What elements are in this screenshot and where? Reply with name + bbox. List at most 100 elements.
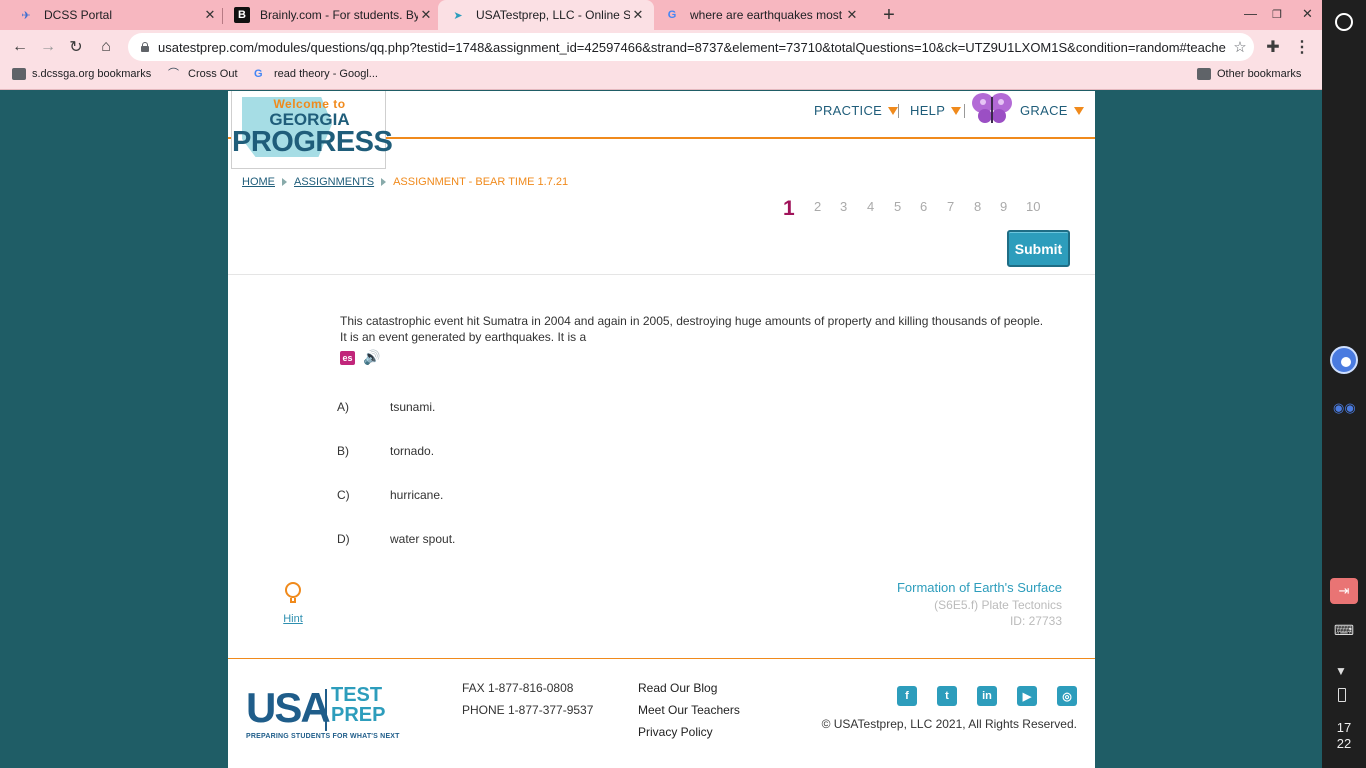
section-divider	[228, 274, 1095, 275]
tab-title: USATestprep, LLC - Online State-l	[476, 8, 630, 22]
tab-title: where are earthquakes most like	[690, 8, 844, 22]
bookmark-star-icon[interactable]: ☆	[1226, 38, 1254, 56]
tab-separator	[222, 8, 223, 24]
dropdown-arrow-icon	[1073, 106, 1084, 115]
youtube-icon[interactable]: ▶	[1017, 686, 1037, 706]
close-icon[interactable]: ✕	[844, 7, 860, 23]
question-nav-item[interactable]: 5	[894, 199, 901, 214]
bookmark-dcssga[interactable]: s.dcssga.org bookmarks	[12, 68, 151, 80]
question-nav-current[interactable]: 1	[783, 197, 795, 221]
question-nav-item[interactable]: 8	[974, 199, 981, 214]
browser-toolbar: ← → ↻ ⌂ usatestprep.com/modules/question…	[0, 30, 1322, 63]
answer-choice-d[interactable]: D) water spout.	[337, 532, 455, 546]
question-nav-item[interactable]: 7	[947, 199, 954, 214]
lock-icon	[140, 42, 150, 52]
owl-icon: ⌒	[168, 68, 179, 80]
tab-usatestprep[interactable]: ➤ USATestprep, LLC - Online State-l ✕	[438, 0, 654, 30]
question-nav-item[interactable]: 2	[814, 199, 821, 214]
google-icon: G	[254, 68, 263, 80]
bookmark-label: s.dcssga.org bookmarks	[32, 68, 152, 80]
bookmark-read-theory[interactable]: G read theory - Googl...	[254, 68, 378, 80]
battery-icon[interactable]	[1338, 688, 1346, 702]
url-text[interactable]: usatestprep.com/modules/questions/qq.php…	[158, 40, 1226, 55]
google-icon: G	[667, 9, 677, 21]
address-bar[interactable]: usatestprep.com/modules/questions/qq.php…	[128, 33, 1254, 61]
other-bookmarks[interactable]: Other bookmarks	[1197, 68, 1301, 80]
bookmark-cross-out[interactable]: ⌒ Cross Out	[168, 68, 238, 80]
twitter-icon[interactable]: t	[937, 686, 957, 706]
minimize-icon[interactable]: —	[1244, 6, 1257, 21]
folder-icon	[1197, 68, 1211, 80]
nav-user-menu[interactable]: GRACE	[1020, 103, 1084, 118]
footer-link-blog[interactable]: Read Our Blog	[638, 681, 717, 695]
close-icon[interactable]: ✕	[202, 7, 218, 23]
close-window-icon[interactable]: ✕	[1302, 6, 1313, 22]
logo-tagline: PREPARING STUDENTS FOR WHAT'S NEXT	[246, 733, 400, 740]
butterfly-avatar-icon[interactable]	[970, 91, 1014, 127]
folder-icon	[12, 68, 26, 80]
choice-text: tornado.	[390, 444, 435, 458]
question-nav-item[interactable]: 9	[1000, 199, 1007, 214]
facebook-icon[interactable]: f	[897, 686, 917, 706]
home-icon[interactable]: ⌂	[95, 36, 117, 58]
system-clock[interactable]: 17 22	[1322, 720, 1366, 752]
bookmark-label: Cross Out	[188, 68, 238, 80]
answer-choice-c[interactable]: C) hurricane.	[337, 488, 443, 502]
tab-dcss-portal[interactable]: ✈ DCSS Portal ✕	[18, 0, 218, 30]
linkedin-icon[interactable]: in	[977, 686, 997, 706]
breadcrumb-current: ASSIGNMENT - BEAR TIME 1.7.21	[393, 176, 569, 188]
forward-icon[interactable]: →	[37, 36, 59, 58]
choice-letter: C)	[337, 488, 350, 502]
question-nav-item[interactable]: 4	[867, 199, 874, 214]
close-icon[interactable]: ✕	[418, 7, 434, 23]
question-nav-item[interactable]: 3	[840, 199, 847, 214]
standard-title[interactable]: Formation of Earth's Surface	[897, 580, 1062, 595]
wifi-icon[interactable]: ▼	[1335, 664, 1347, 678]
site-header: Welcome to GEORGIA PROGRESS PRACTICE HEL…	[228, 91, 1095, 169]
owl-app-icon[interactable]: ◉◉	[1333, 400, 1356, 416]
exit-icon[interactable]: ⇥	[1330, 578, 1358, 604]
clock-minute: 22	[1336, 736, 1352, 751]
answer-choice-a[interactable]: A) tsunami.	[337, 400, 435, 414]
menu-icon[interactable]: ⋮	[1291, 36, 1313, 58]
tab-brainly[interactable]: B Brainly.com - For students. By st ✕	[234, 0, 434, 30]
usatestprep-logo[interactable]: USA TEST PREP PREPARING STUDENTS FOR WHA…	[246, 685, 399, 745]
phone-number: PHONE 1-877-377-9537	[462, 703, 594, 717]
restore-icon[interactable]: ❐	[1272, 8, 1282, 21]
breadcrumb-home[interactable]: HOME	[242, 176, 275, 188]
other-bookmarks-label: Other bookmarks	[1217, 68, 1302, 80]
back-icon[interactable]: ←	[9, 36, 31, 58]
launcher-icon[interactable]	[1335, 13, 1353, 31]
nav-practice[interactable]: PRACTICE	[814, 103, 899, 118]
footer-link-privacy[interactable]: Privacy Policy	[638, 725, 713, 739]
usatestprep-icon: ➤	[453, 9, 463, 22]
tab-google-search[interactable]: G where are earthquakes most like ✕	[664, 0, 860, 30]
question-nav-item[interactable]: 6	[920, 199, 927, 214]
reload-icon[interactable]: ↻	[65, 36, 87, 58]
new-tab-button[interactable]: +	[878, 4, 900, 26]
chrome-icon[interactable]	[1330, 346, 1358, 374]
close-icon[interactable]: ✕	[630, 7, 646, 23]
submit-button[interactable]: Submit	[1007, 230, 1070, 267]
fax-number: FAX 1-877-816-0808	[462, 681, 574, 695]
copyright-text: © USATestprep, LLC 2021, All Rights Rese…	[821, 717, 1077, 731]
nav-divider	[964, 104, 965, 118]
choice-text: water spout.	[390, 532, 456, 546]
dropdown-arrow-icon	[951, 106, 962, 115]
nav-practice-label: PRACTICE	[814, 103, 883, 118]
hint-button[interactable]: Hint	[278, 582, 308, 625]
choice-text: tsunami.	[390, 400, 436, 414]
dcss-icon: ✈	[21, 9, 31, 22]
answer-choice-b[interactable]: B) tornado.	[337, 444, 434, 458]
logo-progress-text: PROGRESS	[232, 126, 393, 158]
footer-link-teachers[interactable]: Meet Our Teachers	[638, 703, 740, 717]
nav-help[interactable]: HELP	[910, 103, 962, 118]
question-nav-item[interactable]: 10	[1026, 199, 1040, 214]
keyboard-icon[interactable]: ⌨	[1332, 622, 1356, 640]
spanish-translate-icon[interactable]: es	[340, 350, 355, 365]
speaker-icon[interactable]: 🔊	[363, 349, 380, 366]
extensions-icon[interactable]: ✚	[1262, 36, 1284, 58]
georgia-progress-logo[interactable]: Welcome to GEORGIA PROGRESS	[231, 91, 393, 169]
breadcrumb-assignments[interactable]: ASSIGNMENTS	[294, 176, 374, 188]
instagram-icon[interactable]: ◎	[1057, 686, 1077, 706]
